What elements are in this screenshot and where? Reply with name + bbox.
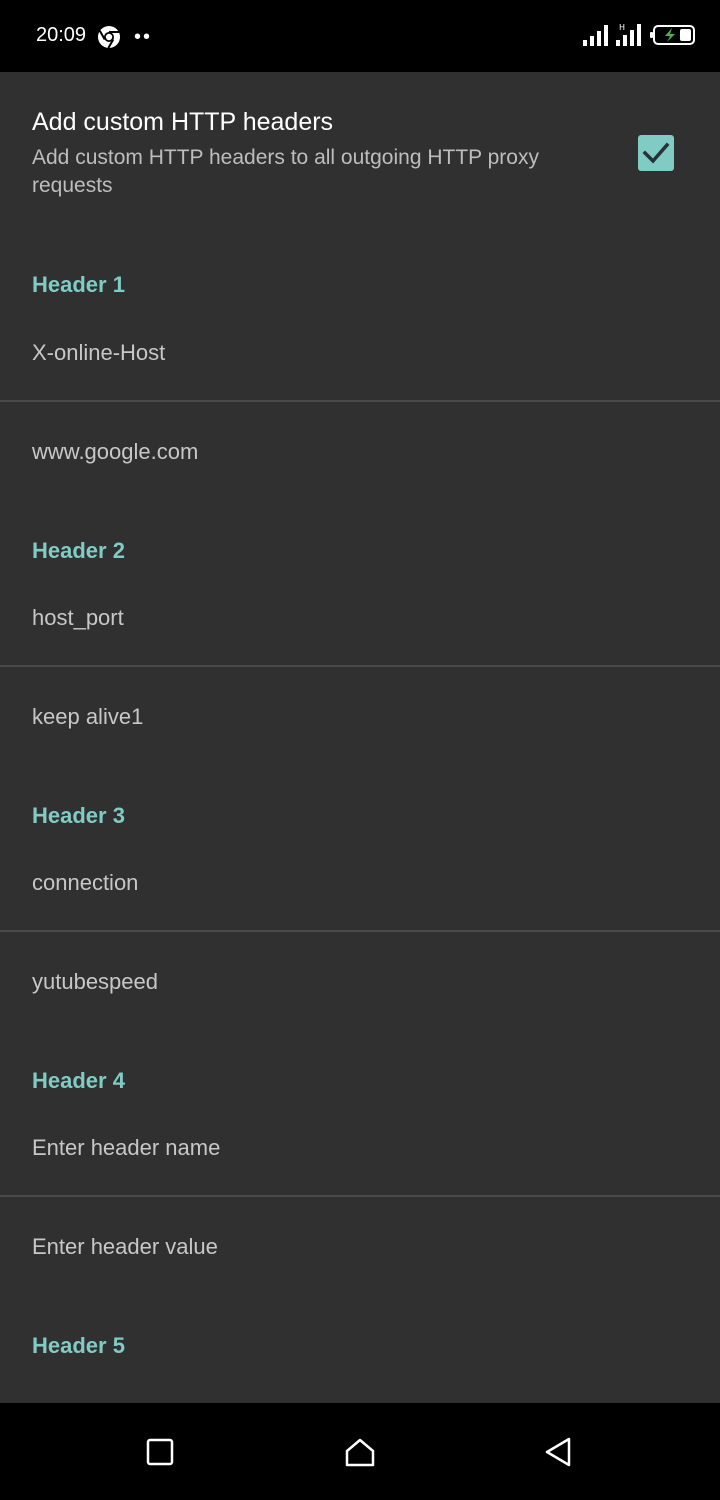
settings-content: Add custom HTTP headers Add custom HTTP … <box>0 72 720 1403</box>
more-dots-icon: •• <box>134 26 153 48</box>
header-3-name-field[interactable]: connection <box>32 870 138 896</box>
header-1-label: Header 1 <box>32 272 125 297</box>
header-5-label: Header 5 <box>32 1333 125 1358</box>
chrome-icon <box>98 26 120 49</box>
home-icon[interactable] <box>344 1436 376 1468</box>
navigation-bar <box>0 1403 720 1500</box>
divider <box>0 930 720 932</box>
header-2-value-field[interactable]: keep alive1 <box>32 704 143 730</box>
header-4-value-field[interactable]: Enter header value <box>32 1234 218 1260</box>
recents-square-icon[interactable] <box>144 1436 176 1468</box>
header-4-name-field[interactable]: Enter header name <box>32 1135 220 1161</box>
header-1-name-field[interactable]: X-online-Host <box>32 340 165 366</box>
status-time: 20:09 <box>36 24 87 46</box>
header-2-label: Header 2 <box>32 538 125 563</box>
divider <box>0 665 720 667</box>
header-4-label: Header 4 <box>32 1068 125 1093</box>
preference-summary: Add custom HTTP headers to all outgoing … <box>32 146 539 197</box>
checkmark-icon <box>642 142 670 164</box>
header-3-value-field[interactable]: yutubespeed <box>32 969 158 995</box>
header-1-value-field[interactable]: www.google.com <box>32 439 198 465</box>
signal-icon <box>583 25 608 46</box>
divider <box>0 400 720 402</box>
svg-text:H: H <box>619 23 625 32</box>
back-triangle-icon[interactable] <box>543 1436 575 1468</box>
header-2-name-field[interactable]: host_port <box>32 605 124 631</box>
signal-hd-icon: H <box>616 23 641 46</box>
custom-headers-checkbox[interactable] <box>638 135 674 171</box>
header-3-label: Header 3 <box>32 803 125 828</box>
battery-charging-icon <box>650 25 695 45</box>
divider <box>0 1195 720 1197</box>
preference-title: Add custom HTTP headers <box>32 108 334 136</box>
status-bar: 20:09 •• H <box>0 0 720 72</box>
